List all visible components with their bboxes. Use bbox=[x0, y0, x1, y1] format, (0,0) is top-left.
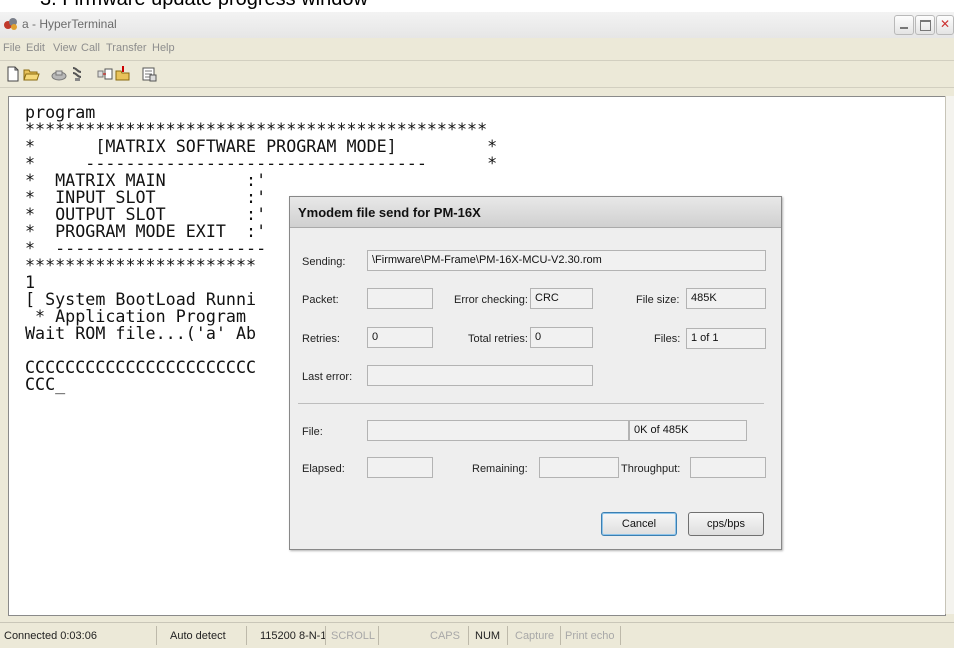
packet-label: Packet: bbox=[302, 294, 339, 306]
menu-view[interactable]: View bbox=[53, 42, 77, 54]
close-button[interactable] bbox=[936, 15, 954, 35]
throughput-label: Throughput: bbox=[621, 463, 681, 475]
throughput-field bbox=[690, 457, 766, 478]
file-label: File: bbox=[302, 426, 323, 438]
menu-call[interactable]: Call bbox=[81, 42, 100, 54]
dialog-title: Ymodem file send for PM-16X bbox=[298, 205, 481, 220]
cps-bps-button[interactable]: cps/bps bbox=[688, 512, 764, 536]
ymodem-send-dialog: Ymodem file send for PM-16X Sending: \Fi… bbox=[289, 196, 782, 550]
send-icon[interactable] bbox=[96, 65, 114, 83]
last-error-label: Last error: bbox=[302, 371, 353, 383]
menu-file[interactable]: File bbox=[3, 42, 21, 54]
status-capture: Capture bbox=[515, 630, 555, 642]
elapsed-label: Elapsed: bbox=[302, 463, 345, 475]
maximize-button[interactable] bbox=[915, 15, 935, 35]
minimize-button[interactable] bbox=[894, 15, 914, 35]
files-label: Files: bbox=[654, 333, 681, 345]
menu-bar: File Edit View Call Transfer Help bbox=[0, 40, 954, 58]
error-checking-label: Error checking: bbox=[454, 294, 528, 306]
menu-transfer[interactable]: Transfer bbox=[106, 42, 147, 54]
phone-icon[interactable] bbox=[50, 65, 68, 83]
retries-label: Retries: bbox=[302, 333, 340, 345]
vertical-scrollbar[interactable] bbox=[945, 96, 954, 614]
file-size-label: File size: bbox=[636, 294, 680, 306]
remaining-field bbox=[539, 457, 619, 478]
error-checking-field: CRC bbox=[530, 288, 593, 309]
sending-label: Sending: bbox=[302, 256, 346, 268]
open-folder-icon[interactable] bbox=[22, 65, 40, 83]
cancel-button[interactable]: Cancel bbox=[601, 512, 677, 536]
status-connected: Connected 0:03:06 bbox=[4, 630, 97, 642]
status-num: NUM bbox=[475, 630, 501, 642]
receive-icon[interactable] bbox=[114, 65, 132, 83]
file-size-field: 485K bbox=[686, 288, 766, 309]
menu-help[interactable]: Help bbox=[152, 42, 175, 54]
window-title: a - HyperTerminal bbox=[22, 17, 117, 31]
status-print-echo: Print echo bbox=[565, 630, 615, 642]
properties-icon[interactable] bbox=[140, 65, 158, 83]
total-retries-field: 0 bbox=[530, 327, 593, 348]
status-bar: Connected 0:03:06 Auto detect 115200 8-N… bbox=[0, 622, 954, 648]
total-retries-label: Total retries: bbox=[468, 333, 528, 345]
status-settings: 115200 8-N-1 bbox=[260, 630, 327, 642]
title-bar: a - HyperTerminal bbox=[0, 12, 954, 38]
files-field: 1 of 1 bbox=[686, 328, 766, 349]
menu-edit[interactable]: Edit bbox=[26, 42, 45, 54]
retries-field: 0 bbox=[367, 327, 433, 348]
page-caption: 3. Firmware update progress window bbox=[40, 0, 368, 11]
last-error-field bbox=[367, 365, 593, 386]
disconnect-icon[interactable] bbox=[68, 65, 86, 83]
status-caps: CAPS bbox=[430, 630, 460, 642]
dialog-title-bar: Ymodem file send for PM-16X bbox=[290, 197, 781, 228]
elapsed-field bbox=[367, 457, 433, 478]
status-scroll: SCROLL bbox=[331, 630, 376, 642]
packet-field bbox=[367, 288, 433, 309]
toolbar bbox=[0, 60, 954, 88]
status-detect: Auto detect bbox=[170, 630, 226, 642]
remaining-label: Remaining: bbox=[472, 463, 528, 475]
file-progress-text: 0K of 485K bbox=[629, 420, 747, 441]
hyperterminal-app-icon bbox=[4, 18, 17, 30]
sending-field: \Firmware\PM-Frame\PM-16X-MCU-V2.30.rom bbox=[367, 250, 766, 271]
dialog-separator bbox=[298, 403, 764, 404]
file-progress-bar bbox=[367, 420, 629, 441]
new-document-icon[interactable] bbox=[4, 65, 22, 83]
